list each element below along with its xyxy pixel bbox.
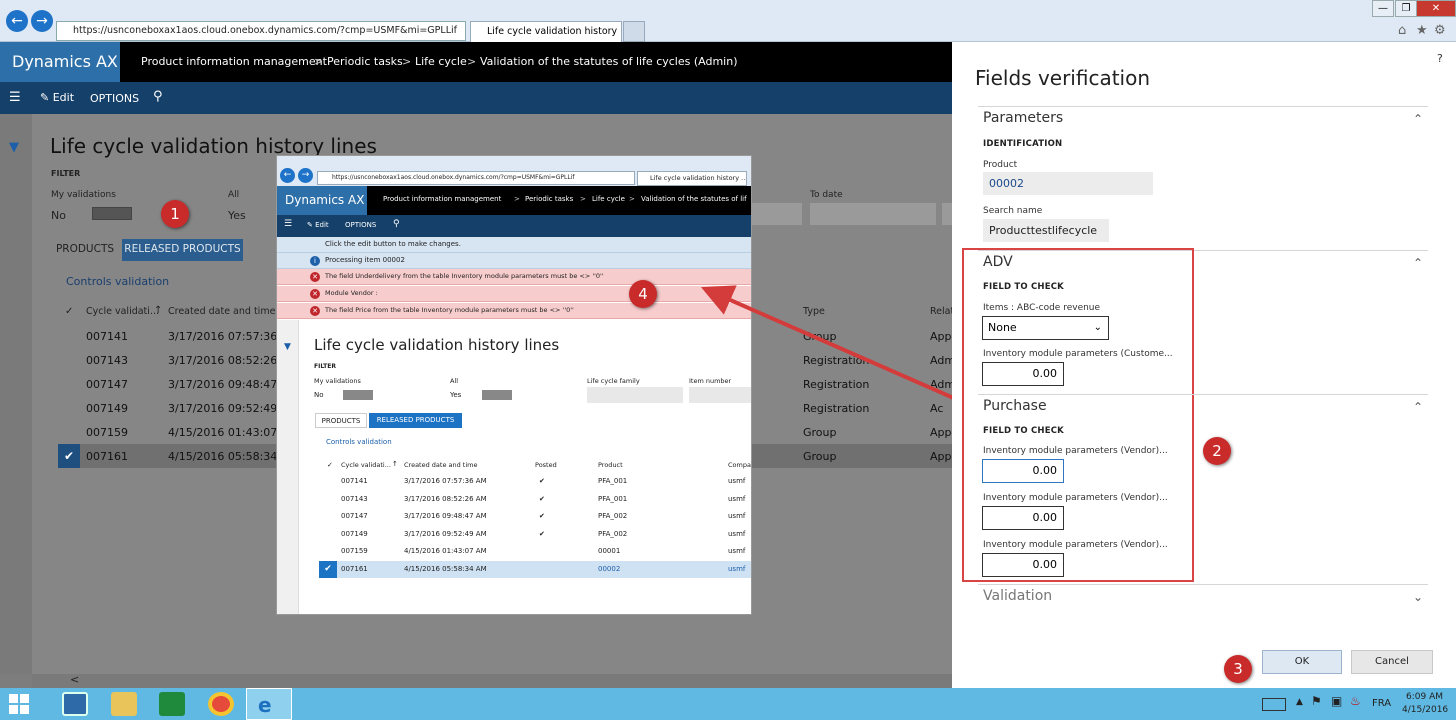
language-indicator[interactable]: FRA bbox=[1372, 698, 1391, 709]
inv-vendor-label: Inventory module parameters (Vendor)... bbox=[983, 446, 1168, 456]
chrome-icon[interactable] bbox=[208, 692, 234, 716]
inv-customer-input[interactable]: 0.00 bbox=[982, 362, 1064, 386]
inv-vendor-label: Inventory module parameters (Vendor)... bbox=[983, 540, 1168, 550]
purchase-header[interactable]: Purchase bbox=[983, 398, 1047, 414]
annotation-badge-4: 4 bbox=[629, 280, 657, 308]
ie-taskbar-button[interactable]: e bbox=[246, 688, 292, 720]
inv-vendor-label: Inventory module parameters (Vendor)... bbox=[983, 493, 1168, 503]
ok-button[interactable]: OK bbox=[1262, 650, 1342, 674]
items-abc-select[interactable]: None ⌄ bbox=[982, 316, 1109, 340]
annotation-badge-1: 1 bbox=[161, 200, 189, 228]
identification-label: IDENTIFICATION bbox=[983, 139, 1063, 149]
flag-icon[interactable]: ⚑ bbox=[1311, 694, 1322, 708]
collapse-icon[interactable]: ⌃ bbox=[1413, 112, 1423, 126]
collapse-icon[interactable]: ⌃ bbox=[1413, 256, 1423, 270]
clock-time[interactable]: 6:09 AM bbox=[1406, 692, 1443, 702]
items-abc-value: None bbox=[988, 321, 1017, 334]
collapse-icon[interactable]: ⌃ bbox=[1413, 400, 1423, 414]
file-explorer-icon[interactable] bbox=[111, 692, 137, 716]
panel-title: Fields verification bbox=[975, 66, 1151, 90]
section-divider bbox=[978, 394, 1428, 395]
purchase-field-to-check-label: FIELD TO CHECK bbox=[983, 426, 1064, 436]
validation-header[interactable]: Validation bbox=[983, 588, 1052, 604]
section-divider bbox=[978, 106, 1428, 107]
parameters-header[interactable]: Parameters bbox=[983, 110, 1063, 126]
annotation-badge-2: 2 bbox=[1203, 437, 1231, 465]
network-icon[interactable]: ▣ bbox=[1331, 694, 1342, 708]
search-name-field[interactable]: Producttestlifecycle bbox=[983, 219, 1109, 242]
start-icon[interactable] bbox=[9, 694, 29, 714]
annotation-badge-3: 3 bbox=[1224, 655, 1252, 683]
section-divider bbox=[978, 584, 1428, 585]
store-icon[interactable] bbox=[159, 692, 185, 716]
keyboard-icon[interactable] bbox=[1262, 698, 1286, 711]
cancel-button[interactable]: Cancel bbox=[1351, 650, 1433, 674]
highlight-box bbox=[962, 248, 1194, 582]
tray-expand-icon[interactable]: ▲ bbox=[1296, 697, 1303, 707]
clock-date[interactable]: 4/15/2016 bbox=[1402, 705, 1448, 715]
adv-field-to-check-label: FIELD TO CHECK bbox=[983, 282, 1064, 292]
search-name-label: Search name bbox=[983, 206, 1043, 216]
inv-vendor-input[interactable]: 0.00 bbox=[982, 506, 1064, 530]
volume-icon[interactable]: ♨ bbox=[1350, 694, 1361, 708]
product-label: Product bbox=[983, 160, 1018, 170]
inv-customer-label: Inventory module parameters (Custome... bbox=[983, 349, 1173, 359]
inv-vendor-input[interactable]: 0.00 bbox=[982, 459, 1064, 483]
product-field[interactable]: 00002 bbox=[983, 172, 1153, 195]
ie-icon: e bbox=[258, 693, 272, 717]
server-manager-icon[interactable] bbox=[62, 692, 88, 716]
adv-header[interactable]: ADV bbox=[983, 254, 1013, 270]
chevron-down-icon: ⌄ bbox=[1093, 322, 1102, 333]
inv-vendor-input[interactable]: 0.00 bbox=[982, 553, 1064, 577]
expand-icon[interactable]: ⌄ bbox=[1413, 590, 1423, 604]
items-abc-label: Items : ABC-code revenue bbox=[983, 303, 1101, 313]
help-icon[interactable]: ? bbox=[1437, 52, 1443, 65]
